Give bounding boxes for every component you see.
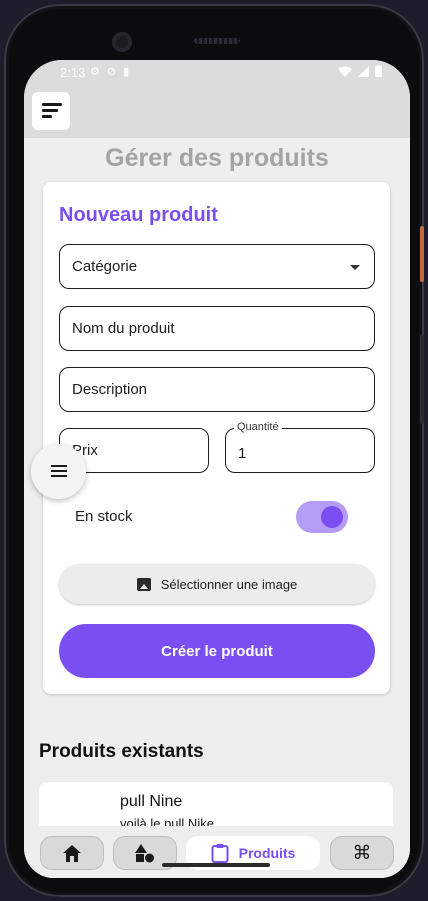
nav-products-label: Produits [238,845,296,861]
hamburger-icon-line [51,470,67,472]
nav-home[interactable] [40,836,104,870]
menu-icon [42,103,62,106]
select-image-label: Sélectionner une image [160,576,298,592]
existing-products-title: Produits existants [39,741,204,762]
select-image-button[interactable]: Sélectionner une image [59,564,375,604]
wifi-icon [338,66,352,77]
hamburger-icon [51,465,67,467]
app-screen: 2:13 ⚙ ⊘ ▮ Gérer des produits Nouveau pr… [24,60,410,878]
status-bar: 2:13 ⚙ ⊘ ▮ [24,60,410,86]
create-product-button[interactable]: Créer le produit [59,624,375,678]
description-placeholder: Description [72,381,148,398]
floating-menu-button[interactable] [31,444,86,499]
form-title: Nouveau produit [59,204,218,226]
page-title: Gérer des produits [105,144,329,172]
app-bar [24,86,410,138]
hamburger-icon-line [51,475,67,477]
drawer-menu-button[interactable] [32,92,70,130]
toggle-knob [321,506,343,528]
status-system-icons [338,65,382,77]
image-icon [136,577,151,591]
status-notification-icons: ⚙ ⊘ ▮ [90,65,129,78]
power-button [420,226,424,282]
product-name: pull Nine [120,793,183,810]
earpiece-speaker [194,38,240,44]
front-camera [112,32,132,52]
settings-icon: ⚙ [90,66,100,78]
nav-more[interactable]: ⌘ [330,836,394,870]
in-stock-label: En stock [75,508,133,525]
menu-icon-line [42,109,58,112]
product-name-placeholder: Nom du produit [72,320,175,337]
command-icon: ⌘ [352,842,372,864]
home-icon [63,844,81,862]
shapes-icon [135,843,154,862]
phone-frame: 2:13 ⚙ ⊘ ▮ Gérer des produits Nouveau pr… [4,4,424,897]
menu-icon-line [42,115,52,118]
product-name-field[interactable]: Nom du produit [59,306,375,351]
quantity-field[interactable]: Quantité 1 [225,421,375,473]
quantity-label: Quantité [234,421,282,433]
new-product-card: Nouveau produit Catégorie Nom du produit… [43,182,390,694]
bottom-navigation: Produits ⌘ [24,826,410,878]
in-stock-toggle[interactable] [296,501,348,533]
status-time: 2:13 [60,65,86,80]
clipboard-status-icon: ▮ [123,66,130,78]
quantity-value: 1 [238,445,247,462]
battery-icon [375,65,382,77]
category-dropdown[interactable]: Catégorie [59,244,375,289]
gesture-home-bar [162,863,270,867]
clipboard-icon [211,844,229,863]
description-field[interactable]: Description [59,367,375,412]
create-product-label: Créer le produit [161,642,273,660]
signal-icon [358,65,369,77]
dnd-icon: ⊘ [106,66,117,78]
category-label: Catégorie [72,258,138,275]
volume-button [420,334,424,424]
dropdown-arrow-icon [350,265,360,270]
